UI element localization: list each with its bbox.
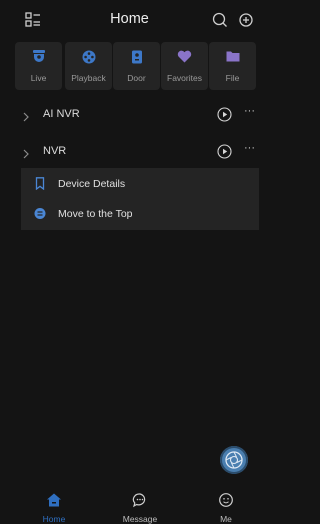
device-name: NVR	[43, 145, 67, 157]
chevron-right-icon[interactable]	[22, 146, 30, 164]
folder-icon	[209, 50, 256, 62]
quick-action-label: Playback	[71, 73, 106, 83]
header: Home	[0, 0, 259, 40]
device-name: AI NVR	[43, 108, 80, 120]
heart-icon	[161, 50, 208, 63]
device-context-menu: Device Details Move to the Top	[21, 168, 259, 230]
smiley-icon	[191, 492, 261, 508]
nav-label: Home	[42, 514, 66, 524]
home-icon	[19, 492, 89, 508]
device-row-ai-nvr[interactable]: AI NVR ···	[0, 101, 259, 129]
nav-me[interactable]: Me	[191, 488, 261, 524]
quick-action-label: Favorites	[167, 73, 202, 83]
play-icon[interactable]	[217, 107, 232, 122]
menu-item-label: Move to the Top	[58, 208, 133, 220]
chevron-right-icon[interactable]	[22, 109, 30, 127]
quick-action-label: Live	[30, 73, 47, 83]
search-icon[interactable]	[210, 10, 230, 30]
nav-label: Me	[220, 514, 232, 524]
chat-icon	[105, 492, 175, 508]
door-lock-icon	[113, 50, 160, 64]
bottom-navigation: Home Message Me	[0, 488, 261, 524]
quick-action-favorites[interactable]: Favorites	[161, 42, 208, 90]
quick-action-file[interactable]: File	[209, 42, 256, 90]
film-reel-icon	[65, 50, 112, 64]
plus-circle-icon[interactable]	[236, 10, 256, 30]
menu-item-label: Device Details	[58, 178, 126, 190]
nav-home[interactable]: Home	[19, 488, 89, 524]
device-row-nvr[interactable]: NVR ···	[0, 138, 259, 166]
quick-actions-bar: Live Playback Door Favorites File	[0, 42, 259, 90]
nav-message[interactable]: Message	[105, 488, 175, 524]
more-options-icon[interactable]: ···	[244, 142, 255, 154]
more-options-icon[interactable]: ···	[244, 105, 255, 117]
nav-label: Message	[122, 514, 158, 524]
quick-action-door[interactable]: Door	[113, 42, 160, 90]
quick-action-playback[interactable]: Playback	[65, 42, 112, 90]
floating-action-button[interactable]	[220, 446, 248, 474]
quick-action-live[interactable]: Live	[15, 42, 62, 90]
camera-icon	[15, 50, 62, 63]
move-top-icon	[34, 207, 46, 220]
quick-action-label: File	[225, 73, 240, 83]
play-icon[interactable]	[217, 144, 232, 159]
menu-item-device-details[interactable]: Device Details	[21, 169, 259, 199]
aperture-icon	[225, 451, 243, 469]
quick-action-label: Door	[127, 73, 146, 83]
menu-item-move-to-top[interactable]: Move to the Top	[21, 199, 259, 229]
bookmark-icon	[34, 177, 46, 191]
